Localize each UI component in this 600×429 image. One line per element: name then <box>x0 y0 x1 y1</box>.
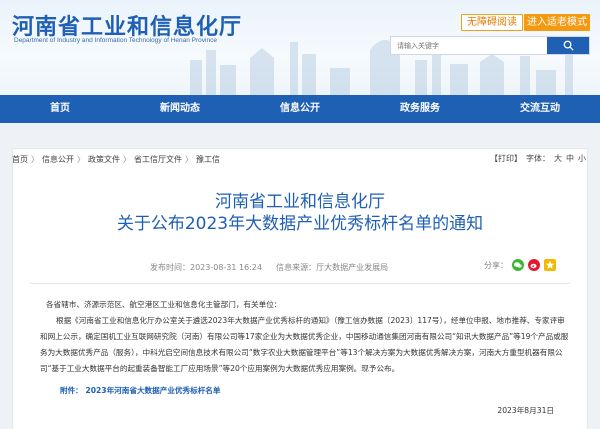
article-date: 2023年8月31日 <box>497 406 554 415</box>
breadcrumb-separator: 〉 <box>185 154 193 164</box>
main-nav: 首页 新闻动态 信息公开 政务服务 交流互动 <box>0 95 600 123</box>
breadcrumb-policy-docs[interactable]: 政策文件 <box>88 154 120 165</box>
breadcrumb: 首页 〉 信息公开 〉 政策文件 〉 省工信厅文件 〉 豫工信 <box>12 153 220 165</box>
article-salutation: 各省辖市、济源示范区、航空港区工业和信息化主管部门，有关单位： <box>46 300 282 309</box>
elder-mode-button[interactable]: 进入适老模式 <box>524 14 590 31</box>
breadcrumb-home[interactable]: 首页 <box>12 154 28 165</box>
attachment: 附件： 2023年河南省大数据产业优秀标杆名单 <box>60 385 220 396</box>
article-tools: 【打印】 字体： 大 中 小 <box>490 153 586 164</box>
article-title-line1: 河南省工业和信息化厅 <box>215 192 385 212</box>
article-meta: 发布时间：2023-08-31 16:24 信息来源：厅大数据产业发展局 <box>150 262 388 273</box>
search-input[interactable] <box>391 37 546 54</box>
search-box <box>390 36 590 55</box>
breadcrumb-info-disclosure[interactable]: 信息公开 <box>42 154 74 165</box>
attachment-label: 附件： <box>60 386 83 395</box>
site-header: 河南省工业和信息化厅 Department of Industry and In… <box>0 0 600 95</box>
breadcrumb-separator: 〉 <box>77 154 85 164</box>
search-icon <box>563 40 574 51</box>
publish-time: 发布时间：2023-08-31 16:24 <box>150 263 263 272</box>
attachment-link[interactable]: 2023年河南省大数据产业优秀标杆名单 <box>85 386 220 395</box>
weibo-share-icon[interactable] <box>528 259 540 271</box>
breadcrumb-separator: 〉 <box>31 154 39 164</box>
font-size-label: 字体： <box>526 154 550 163</box>
nav-news[interactable]: 新闻动态 <box>120 95 240 123</box>
meta-divider <box>30 283 570 284</box>
breadcrumb-dept-docs[interactable]: 省工信厅文件 <box>134 154 182 165</box>
font-large-link[interactable]: 大 <box>554 153 562 164</box>
article-paragraph: 根据《河南省工业和信息化厅办公室关于遴选2023年大数据产业优秀标杆的通知》（豫… <box>40 316 569 373</box>
share-label: 分享： <box>484 260 508 270</box>
barrier-free-button[interactable]: 无障碍阅读 <box>461 14 523 31</box>
qzone-share-icon[interactable] <box>544 259 556 271</box>
content-area <box>0 123 600 429</box>
nav-interaction[interactable]: 交流互动 <box>480 95 600 123</box>
font-small-link[interactable]: 小 <box>578 153 586 164</box>
wechat-share-icon[interactable] <box>512 259 524 271</box>
article-title-line2: 关于公布2023年大数据产业优秀标杆名单的通知 <box>116 214 484 234</box>
nav-gov-services[interactable]: 政务服务 <box>360 95 480 123</box>
share-bar: 分享： <box>484 259 556 271</box>
search-button[interactable] <box>547 37 589 54</box>
breadcrumb-separator: 〉 <box>123 154 131 164</box>
print-link[interactable]: 【打印】 <box>490 153 522 164</box>
site-subtitle: Department of Industry and Information T… <box>14 37 217 44</box>
nav-info-disclosure[interactable]: 信息公开 <box>240 95 360 123</box>
font-medium-link[interactable]: 中 <box>566 153 574 164</box>
breadcrumb-yu-gongxin[interactable]: 豫工信 <box>196 154 220 165</box>
nav-home[interactable]: 首页 <box>0 95 120 123</box>
info-source: 信息来源：厅大数据产业发展局 <box>276 263 389 272</box>
